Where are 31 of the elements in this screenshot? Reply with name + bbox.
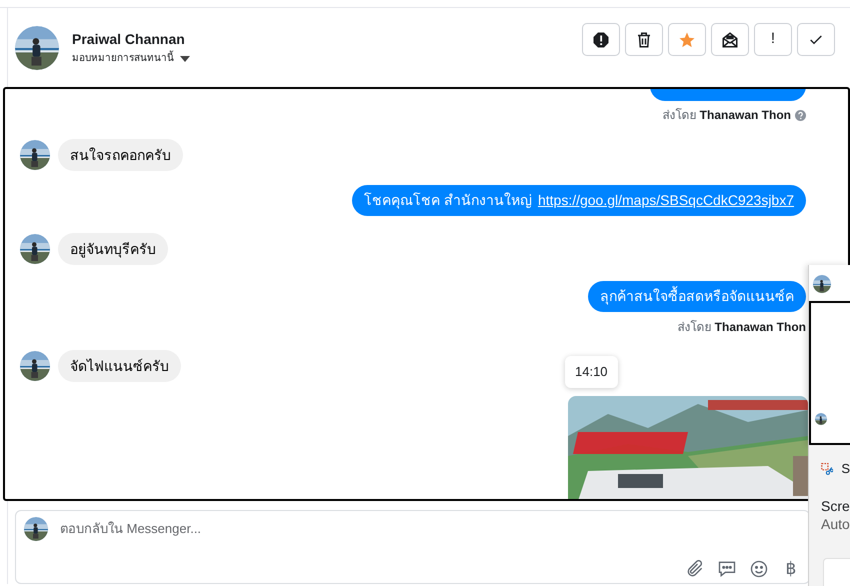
app-name: S (841, 460, 850, 478)
report-button[interactable] (582, 23, 620, 56)
help-icon[interactable] (795, 110, 806, 120)
sender-note: ส่งโดย Thanawan Thon (677, 319, 806, 335)
delete-button[interactable] (625, 23, 663, 56)
notification-title: Scre (821, 496, 850, 514)
assign-dropdown[interactable]: มอบหมายการสนทนานี้ (72, 52, 190, 64)
trash-icon (635, 30, 653, 48)
reply-field[interactable]: ตอบกลับใน Messenger... ฿ (15, 510, 810, 584)
alert-icon (592, 30, 610, 48)
star-button[interactable] (668, 23, 706, 56)
sender-note: ส่งโดย Thanawan Thon (662, 107, 791, 123)
exclamation-button[interactable]: ! (754, 23, 792, 56)
scissors-icon (821, 460, 834, 477)
message-bubble: ลุกค้าสนใจซื้อสดหรือจัดแนนซ์ค (588, 281, 806, 312)
message-bubble: อยู่จันทบุรีครับ (58, 233, 168, 265)
star-icon (678, 30, 696, 48)
speech-bubble-icon[interactable] (717, 559, 737, 579)
contact-name: Praiwal Channan (72, 30, 186, 46)
message-bubble: จัดไฟแนนซ์ครับ (58, 350, 181, 382)
message-text: โชคคุณโชค สำนักงานใหญ่ (364, 191, 532, 211)
smiley-icon[interactable] (749, 559, 769, 579)
message-bubble: สนใจรถคอกครับ (58, 139, 183, 171)
envelope-icon (721, 30, 739, 48)
caret-icon (180, 56, 190, 62)
currency-button[interactable]: ฿ (781, 557, 801, 581)
timestamp-tooltip: 14:10 (565, 356, 618, 388)
notification-text: Auto (821, 514, 850, 532)
paperclip-icon[interactable] (685, 559, 705, 579)
mark-unread-button[interactable] (711, 23, 749, 56)
map-link[interactable]: https://goo.gl/maps/SBSqcCdkC923sjbx7 (538, 190, 794, 211)
